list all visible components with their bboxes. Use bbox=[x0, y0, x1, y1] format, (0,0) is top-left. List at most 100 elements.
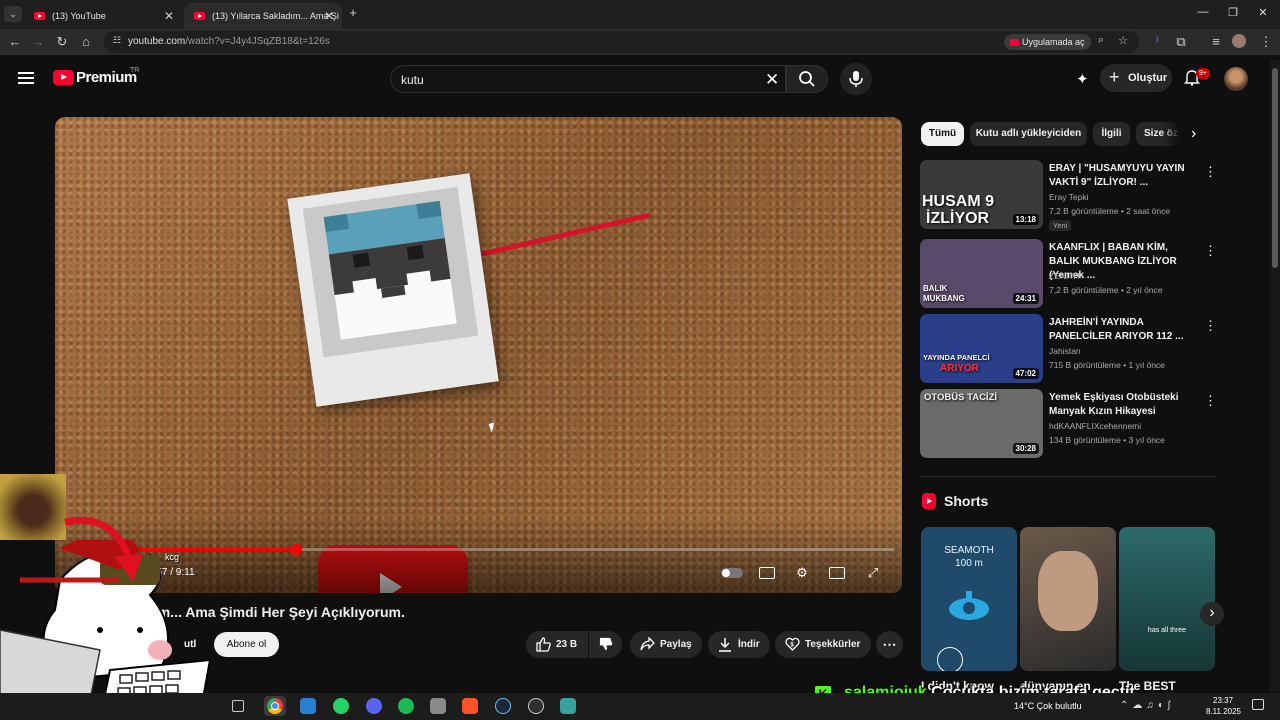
subtitles-icon[interactable] bbox=[759, 565, 777, 581]
thumbnail-caption: İZLİYOR bbox=[926, 210, 990, 227]
hamburger-menu-icon[interactable] bbox=[18, 72, 34, 84]
notification-center-icon[interactable] bbox=[1252, 699, 1264, 710]
video-thumbnail: YAYINDA PANELCİ ARIYOR 47:02 bbox=[920, 314, 1043, 383]
bookmark-star-icon[interactable]: ☆ bbox=[1114, 34, 1132, 47]
red-string-graphic bbox=[474, 212, 651, 258]
thanks-button[interactable]: $ Teşekkürler bbox=[775, 631, 871, 658]
miniplayer-icon[interactable] bbox=[829, 565, 847, 581]
short-card[interactable]: SEAMOTH 100 m bbox=[921, 527, 1017, 671]
app-icon[interactable] bbox=[560, 698, 576, 714]
tab-search-icon[interactable]: ⌄ bbox=[4, 6, 22, 22]
more-actions-button[interactable]: ⋯ bbox=[876, 631, 903, 658]
settings-gear-icon[interactable]: ⚙ bbox=[793, 565, 811, 581]
spotify-icon[interactable] bbox=[398, 698, 414, 714]
obs-icon[interactable] bbox=[528, 698, 544, 714]
scrubber-handle[interactable] bbox=[290, 544, 302, 555]
extensions-icon[interactable]: ⧉ bbox=[1172, 34, 1190, 50]
recommendation-item[interactable]: YAYINDA PANELCİ ARIYOR 47:02 JAHREİN'İ Y… bbox=[920, 314, 1220, 386]
gemini-icon[interactable]: ✦ bbox=[1076, 70, 1089, 88]
app-icon[interactable] bbox=[430, 698, 446, 714]
site-info-icon[interactable]: ☷ bbox=[108, 35, 126, 46]
clear-search-icon[interactable]: ✕ bbox=[765, 70, 779, 90]
recommendation-channel[interactable]: Jahistan bbox=[1049, 346, 1081, 356]
account-avatar[interactable] bbox=[1224, 67, 1248, 91]
address-bar: ← → ↻ ⌂ ☷ youtube.com/watch?v=J4y4JSqZB1… bbox=[0, 29, 1280, 55]
like-button[interactable]: 23 B bbox=[526, 631, 588, 658]
page-scrollbar[interactable] bbox=[1270, 60, 1280, 692]
minimize-icon[interactable]: — bbox=[1188, 6, 1218, 18]
close-tab-icon[interactable]: ✕ bbox=[164, 3, 174, 29]
chrome-taskbar-icon[interactable] bbox=[264, 696, 286, 716]
file-explorer-icon[interactable] bbox=[300, 698, 316, 714]
brave-icon[interactable] bbox=[462, 698, 478, 714]
search-input[interactable] bbox=[401, 72, 741, 88]
weather-widget[interactable]: 14°C Çok bulutlu bbox=[1014, 701, 1082, 711]
back-icon[interactable]: ← bbox=[6, 34, 24, 49]
chip-related[interactable]: İlgili bbox=[1093, 122, 1130, 146]
divider bbox=[920, 476, 1216, 477]
download-button[interactable]: İndir bbox=[708, 631, 770, 658]
voice-search-button[interactable] bbox=[840, 63, 872, 95]
youtube-favicon-icon bbox=[34, 12, 45, 20]
whatsapp-icon[interactable] bbox=[333, 698, 349, 714]
shorts-next-button[interactable]: › bbox=[1200, 602, 1224, 626]
more-options-icon[interactable]: ⋮ bbox=[1204, 393, 1217, 409]
create-button[interactable]: Oluştur bbox=[1100, 63, 1172, 92]
search-button[interactable] bbox=[786, 65, 828, 93]
chip-for-you[interactable]: Size öz bbox=[1136, 122, 1180, 146]
more-options-icon[interactable]: ⋮ bbox=[1204, 243, 1217, 259]
youtube-logo-icon[interactable] bbox=[53, 70, 74, 85]
reload-icon[interactable]: ↻ bbox=[53, 34, 71, 50]
scrollbar-thumb[interactable] bbox=[1272, 68, 1278, 268]
recommendation-channel[interactable]: hdKAANFLIXcehennemi bbox=[1049, 421, 1141, 431]
thumbnail-caption: OTOBÜS TACİZİ bbox=[924, 392, 998, 403]
task-view-icon[interactable] bbox=[232, 700, 244, 712]
share-button[interactable]: Paylaş bbox=[630, 631, 702, 658]
more-options-icon[interactable]: ⋮ bbox=[1204, 318, 1217, 334]
translate-extension-icon[interactable]: ⁾ bbox=[1148, 34, 1166, 50]
thumbnail-caption: MUKBANG bbox=[923, 294, 965, 303]
browser-menu-icon[interactable]: ⋮ bbox=[1257, 34, 1275, 50]
media-controls-icon[interactable]: ≡ bbox=[1207, 34, 1225, 49]
restore-icon[interactable]: ❐ bbox=[1218, 6, 1248, 19]
thumbs-up-icon bbox=[536, 637, 551, 652]
dislike-button[interactable] bbox=[589, 631, 622, 658]
recommendation-channel[interactable]: Eray Tepki bbox=[1049, 192, 1089, 202]
clock-date[interactable]: 8.11.2025 bbox=[1206, 707, 1241, 716]
close-tab-icon[interactable]: ✕ bbox=[324, 3, 334, 29]
new-tab-icon[interactable]: + bbox=[344, 5, 362, 20]
youtube-favicon-icon bbox=[194, 12, 205, 20]
close-window-icon[interactable]: ✕ bbox=[1248, 6, 1278, 19]
video-player[interactable]: 4:57 / 9:11 ⚙ ⤢ bbox=[55, 117, 902, 593]
forward-icon[interactable]: → bbox=[29, 34, 47, 49]
system-tray-icons[interactable]: ⌃☁♫◐ʃ bbox=[1120, 700, 1174, 711]
recommendation-item[interactable]: OTOBÜS TACİZİ 30:28 Yemek Eşkiyası Otobü… bbox=[920, 389, 1220, 461]
more-options-icon[interactable]: ⋮ bbox=[1204, 164, 1217, 180]
thumbnail-caption: BALIK bbox=[923, 284, 948, 293]
browser-tab-youtube[interactable]: (13) YouTube ✕ bbox=[24, 3, 182, 29]
recommendation-item[interactable]: HUSAM 9 İZLİYOR 13:18 ERAY | "HUSAMYUYU … bbox=[920, 160, 1220, 232]
open-in-app-button[interactable]: Uygulamada aç bbox=[1004, 34, 1091, 50]
clock-time[interactable]: 23:37 bbox=[1213, 696, 1233, 705]
heart-dollar-icon: $ bbox=[785, 637, 800, 651]
recommendation-item[interactable]: BALIK MUKBANG 24:31 KAANFLIX | BABAN KİM… bbox=[920, 239, 1220, 311]
chips-next-chevron-icon[interactable]: › bbox=[1191, 125, 1196, 143]
thumbs-down-icon bbox=[599, 637, 613, 651]
youtube-premium-brand[interactable]: Premium bbox=[76, 69, 137, 86]
zoom-icon[interactable]: ⌕ bbox=[1092, 34, 1110, 47]
chip-from-uploader[interactable]: Kutu adlı yükleyiciden bbox=[970, 122, 1087, 146]
steam-icon[interactable] bbox=[495, 698, 511, 714]
profile-avatar-icon[interactable] bbox=[1232, 34, 1246, 48]
short-card[interactable] bbox=[1020, 527, 1116, 671]
short-card[interactable]: has all three bbox=[1119, 527, 1215, 671]
home-icon[interactable]: ⌂ bbox=[77, 34, 95, 49]
autoplay-toggle-icon[interactable] bbox=[721, 565, 743, 581]
chip-all[interactable]: Tümü bbox=[921, 122, 964, 146]
loading-circle-icon bbox=[937, 647, 963, 671]
recommendation-channel[interactable]: ZENITH bbox=[1049, 271, 1080, 281]
minecraft-face-graphic bbox=[302, 187, 479, 358]
url-field[interactable]: ☷ youtube.com/watch?v=J4y4JSqZB18&t=126s… bbox=[104, 31, 1139, 53]
discord-icon[interactable] bbox=[366, 698, 382, 714]
browser-tab-video[interactable]: (13) Yıllarca Sakladım... Ama Şi ✕ bbox=[184, 3, 342, 29]
fullscreen-icon[interactable]: ⤢ bbox=[864, 565, 882, 581]
